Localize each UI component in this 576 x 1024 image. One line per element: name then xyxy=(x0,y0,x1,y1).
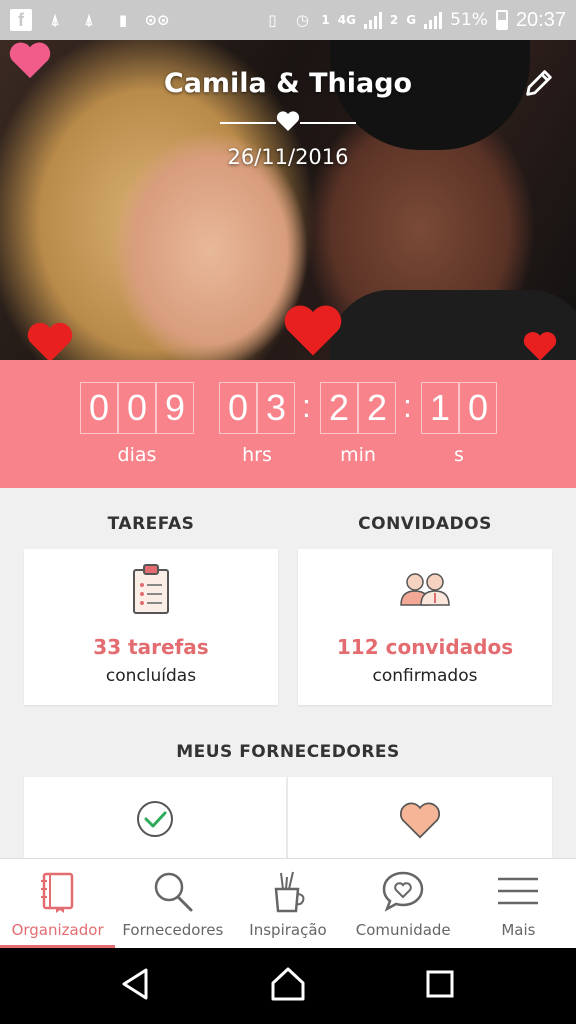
heart-divider xyxy=(220,111,356,131)
tasks-card[interactable]: 33 tarefas concluídas xyxy=(24,549,278,705)
hours-digit: 0 xyxy=(219,382,257,434)
hours-label: hrs xyxy=(242,444,272,466)
guests-people-icon xyxy=(397,571,453,611)
voicemail-icon: ⊙⊙ xyxy=(144,11,170,29)
battery-icon xyxy=(495,10,508,30)
days-digit: 0 xyxy=(80,382,118,434)
sim1-indicator: 1 xyxy=(321,13,330,27)
signal-bars-icon xyxy=(363,11,382,29)
countdown-hours: 0 3 hrs xyxy=(219,382,295,466)
heart-icon xyxy=(276,110,300,132)
countdown-days: 0 0 9 dias xyxy=(80,382,194,466)
seconds-label: s xyxy=(454,444,464,466)
wedding-date: 26/11/2016 xyxy=(227,145,349,169)
seconds-digit: 1 xyxy=(421,382,459,434)
nav-fornecedores[interactable]: Fornecedores xyxy=(115,859,230,948)
recents-icon[interactable] xyxy=(420,964,460,1008)
nav-label: Inspiração xyxy=(249,921,327,939)
chat-heart-icon xyxy=(381,869,425,913)
tasks-count: 33 tarefas xyxy=(93,635,209,659)
battery-percent: 51% xyxy=(450,10,488,30)
nav-comunidade[interactable]: Comunidade xyxy=(346,859,461,948)
pencil-icon[interactable] xyxy=(522,66,556,100)
check-circle-icon xyxy=(135,799,175,843)
sim2-signal-icon: ⍋ xyxy=(84,11,94,29)
days-digit: 9 xyxy=(156,382,194,434)
pencil-cup-icon xyxy=(266,869,310,913)
battery-saver-icon: ▮ xyxy=(118,11,128,29)
clipboard-checklist-icon xyxy=(131,563,171,619)
couple-names: Camila & Thiago xyxy=(163,68,413,99)
menu-icon xyxy=(496,869,540,913)
nav-organizador[interactable]: Organizador xyxy=(0,859,116,948)
system-navigation-bar xyxy=(0,948,576,1024)
days-digit: 0 xyxy=(118,382,156,434)
hours-digit: 3 xyxy=(257,382,295,434)
minutes-digit: 2 xyxy=(320,382,358,434)
alarm-icon: ◷ xyxy=(295,11,309,29)
notebook-icon xyxy=(36,869,80,913)
time-separator: : xyxy=(302,388,311,424)
heart-icon xyxy=(399,801,441,843)
seconds-digit: 0 xyxy=(459,382,497,434)
minutes-label: min xyxy=(340,444,376,466)
nav-label: Fornecedores xyxy=(122,921,224,939)
time-separator: : xyxy=(403,388,412,424)
back-icon[interactable] xyxy=(116,964,156,1008)
countdown-minutes: 2 2 min xyxy=(320,382,396,466)
countdown-panel: 0 0 9 dias 0 3 hrs : 2 2 min : 1 0 s xyxy=(0,360,576,488)
bottom-navigation: Organizador Fornecedores Inspiração Comu… xyxy=(0,858,576,948)
decorative-heart-icon xyxy=(515,330,565,360)
facebook-notification-icon: f xyxy=(10,9,32,31)
decorative-heart-icon xyxy=(280,302,346,358)
nav-inspiracao[interactable]: Inspiração xyxy=(230,859,345,948)
network-type: 4G xyxy=(337,13,356,27)
sim2-indicator: 2 xyxy=(389,13,399,27)
network-type-2: G xyxy=(406,13,417,27)
home-icon[interactable] xyxy=(268,964,308,1008)
clock: 20:37 xyxy=(515,8,566,31)
nav-label: Comunidade xyxy=(355,921,451,939)
vendors-title: MEUS FORNECEDORES xyxy=(176,742,400,762)
decorative-heart-icon xyxy=(22,320,78,360)
search-icon xyxy=(151,869,195,913)
minutes-digit: 2 xyxy=(358,382,396,434)
guests-status: confirmados xyxy=(372,666,478,686)
guests-count: 112 convidados xyxy=(336,635,514,659)
sim1-signal-icon: ⍋ xyxy=(50,11,60,29)
vendors-favorites-card[interactable] xyxy=(288,777,552,859)
tasks-title: TAREFAS xyxy=(107,514,195,534)
countdown-seconds: 1 0 s xyxy=(421,382,497,466)
tasks-status: concluídas xyxy=(105,666,197,686)
days-label: dias xyxy=(117,444,157,466)
guests-card[interactable]: 112 convidados confirmados xyxy=(298,549,552,705)
couple-photo[interactable]: Camila & Thiago 26/11/2016 xyxy=(0,40,576,360)
nav-label: Organizador xyxy=(11,921,104,939)
nav-mais[interactable]: Mais xyxy=(461,859,576,948)
signal-bars-2-icon xyxy=(424,11,443,29)
guests-title: CONVIDADOS xyxy=(358,514,492,534)
nav-label: Mais xyxy=(501,921,536,939)
vibrate-icon: ▯ xyxy=(268,11,277,29)
status-bar: f ⍋ ⍋ ▮ ⊙⊙ ▯ ◷ 1 4G 2 G 51% 20:37 xyxy=(0,0,576,40)
vendors-booked-card[interactable] xyxy=(24,777,286,859)
